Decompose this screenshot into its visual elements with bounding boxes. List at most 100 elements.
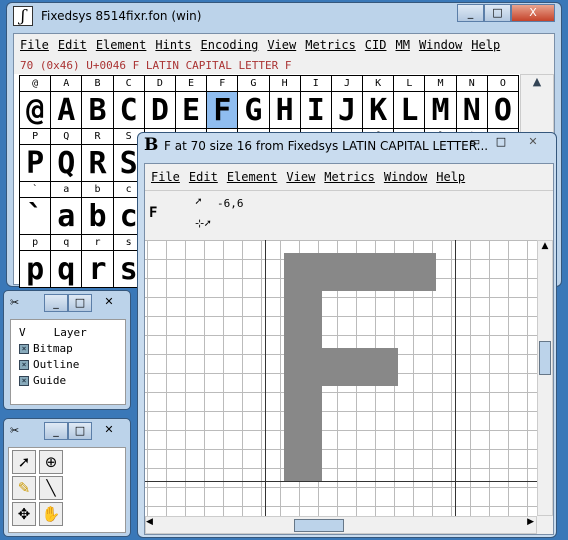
bitmap-view: File Edit Element View Metrics Window Help F ➚… [144,163,554,535]
layer-guide[interactable]: × Guide [19,373,117,389]
visible-header: V [19,326,26,339]
glyph-cell[interactable]: b [82,198,114,235]
checkbox[interactable]: × [19,360,29,370]
glyph-label: K [363,76,395,92]
offset-icon: ⊹➚ [195,217,211,230]
glyph-cell[interactable]: F [207,92,239,129]
menu-window[interactable]: Window [419,38,462,54]
glyph-cell[interactable]: K [363,92,395,129]
glyph-cell[interactable]: P [20,145,52,182]
maximize-button[interactable]: □ [484,4,511,22]
menu-element[interactable]: Element [96,38,147,54]
layer-outline[interactable]: × Outline [19,357,117,373]
glyph-label: N [456,76,488,92]
menu-edit[interactable]: Edit [189,170,218,186]
minimize-button[interactable]: ▭ [462,134,488,152]
baseline [145,481,537,482]
glyph-label: D [144,76,176,92]
glyph-cell[interactable]: Q [51,145,83,182]
glyph-cell[interactable]: p [20,251,52,288]
glyph-cell[interactable]: C [113,92,145,129]
vertical-scrollbar[interactable]: ▲ [537,240,553,516]
glyph-label: L [394,76,426,92]
glyph-cell[interactable]: J [331,92,364,129]
glyph-cell[interactable]: q [51,251,83,288]
glyph-cell[interactable]: H [269,92,301,129]
glyph-label: r [82,235,114,251]
close-button[interactable]: ✕ [92,422,126,440]
bitmap-grid[interactable] [145,240,537,516]
palette-icon: ✂ [10,424,20,437]
menu-cid[interactable]: CID [365,38,387,54]
coordinates: -6,6 [217,197,244,210]
title-bar: B F at 70 size 16 from Fixedsys LATIN CA… [138,133,556,161]
close-button[interactable]: X [511,4,555,22]
pointer-icon[interactable]: ➚ [12,450,36,474]
bitmap-window: B F at 70 size 16 from Fixedsys LATIN CA… [137,132,557,538]
maximize-button[interactable]: □ [68,422,92,440]
glyph-cell[interactable]: I [300,92,332,129]
menu-metrics[interactable]: Metrics [305,38,356,54]
glyph-label: q [51,235,83,251]
line-icon[interactable]: ╲ [39,476,63,500]
glyph-cell[interactable]: B [82,92,114,129]
menu-hints[interactable]: Hints [155,38,191,54]
hand-icon[interactable]: ✋ [39,502,63,526]
glyph-cell[interactable]: A [51,92,83,129]
app-icon: ʃ [13,6,33,26]
horizontal-scrollbar[interactable]: ◀ ▶ [145,516,537,534]
menu-file[interactable]: File [151,170,180,186]
menu-help[interactable]: Help [436,170,465,186]
glyph-cell[interactable]: N [456,92,488,129]
menu-view[interactable]: View [286,170,315,186]
menu-metrics[interactable]: Metrics [324,170,375,186]
glyph-label: F [207,76,239,92]
glyph-cell[interactable]: R [82,145,114,182]
menu-element[interactable]: Element [227,170,278,186]
menu-edit[interactable]: Edit [58,38,87,54]
glyph-cell[interactable]: ` [20,198,52,235]
glyph-info: 70 (0x46) U+0046 F LATIN CAPITAL LETTER … [14,58,554,74]
glyph-cell[interactable]: a [51,198,83,235]
menu-file[interactable]: File [20,38,49,54]
glyph-label: @ [20,76,52,92]
menu-view[interactable]: View [267,38,296,54]
glyph-cell[interactable]: O [487,92,519,129]
menu-mm[interactable]: MM [395,38,409,54]
minimize-button[interactable]: _ [44,422,68,440]
tools-palette: ✂ _ □ ✕ ➚ ⊕ ✎ ╲ ✥ ✋ [3,418,131,537]
origin-line-v [265,240,266,516]
maximize-button[interactable]: □ [68,294,92,312]
menu-encoding[interactable]: Encoding [201,38,259,54]
menu-window[interactable]: Window [384,170,427,186]
glyph-cell[interactable]: L [394,92,426,129]
glyph-label: C [113,76,145,92]
glyph-cell[interactable]: D [144,92,176,129]
glyph-cell[interactable]: r [82,251,114,288]
scroll-thumb[interactable] [539,341,551,375]
glyph-preview: F [149,205,158,221]
glyph-label: H [269,76,301,92]
menu-bar: File Edit Element View Metrics Window Help [145,164,553,190]
close-button[interactable]: ✕ [514,134,552,152]
menu-help[interactable]: Help [471,38,500,54]
pixel-block [284,348,398,386]
checkbox[interactable]: × [19,376,29,386]
checkbox[interactable]: × [19,344,29,354]
glyph-cell[interactable]: M [425,92,457,129]
glyph-cell[interactable]: @ [20,92,52,129]
magnify-icon[interactable]: ⊕ [39,450,63,474]
glyph-cell[interactable]: E [175,92,208,129]
close-button[interactable]: ✕ [92,294,126,312]
minimize-button[interactable]: _ [44,294,68,312]
maximize-button[interactable]: □ [488,134,514,152]
advance-line-v [455,240,456,516]
move-icon[interactable]: ✥ [12,502,36,526]
layer-bitmap[interactable]: × Bitmap [19,341,117,357]
pencil-icon[interactable]: ✎ [12,476,36,500]
glyph-cell[interactable]: G [238,92,270,129]
minimize-button[interactable]: _ [457,4,484,22]
glyph-label: E [175,76,208,92]
scroll-thumb[interactable] [294,519,344,532]
layer-header: Layer [53,326,87,339]
